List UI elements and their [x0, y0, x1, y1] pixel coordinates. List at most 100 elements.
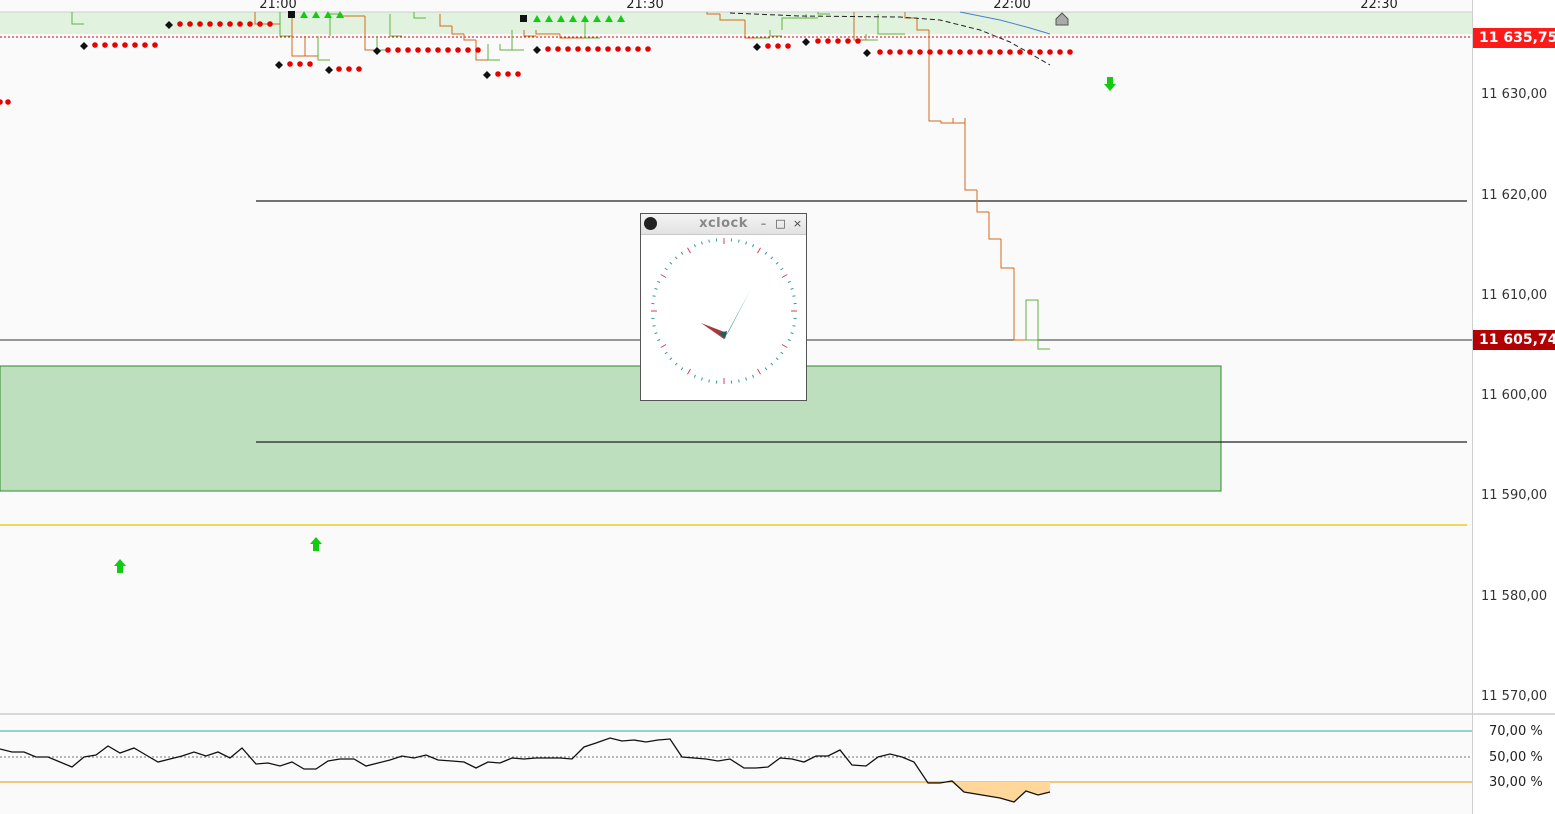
- clock-tick: [657, 339, 661, 342]
- clock-tick: [757, 368, 761, 375]
- signal-dot: [112, 42, 118, 48]
- oscillator-level-label: 50,00 %: [1489, 750, 1543, 765]
- clock-tick: [787, 280, 791, 283]
- xclock-titlebar[interactable]: xclock – □ ×: [641, 214, 806, 235]
- clock-tick: [738, 379, 740, 383]
- signal-dot: [1007, 49, 1013, 55]
- signal-dot: [122, 42, 128, 48]
- signal-dot: [957, 49, 963, 55]
- current-price-flag: 11 605,74: [1473, 330, 1555, 350]
- signal-dot: [5, 99, 11, 105]
- clock-tick: [660, 344, 667, 348]
- signal-dot: [917, 49, 923, 55]
- signal-dot: [585, 46, 591, 52]
- clock-tick: [757, 247, 761, 254]
- time-label: 21:00: [259, 0, 297, 12]
- oscillator-level-label: 70,00 %: [1489, 724, 1543, 739]
- clock-tick: [669, 357, 673, 361]
- clock-tick: [664, 351, 668, 355]
- price-label: 11 610,00: [1481, 288, 1548, 303]
- signal-dot: [605, 46, 611, 52]
- signal-dot: [927, 49, 933, 55]
- signal-dot: [825, 38, 831, 44]
- clock-tick: [752, 244, 755, 248]
- signal-dot: [987, 49, 993, 55]
- price-label: 11 630,00: [1481, 87, 1548, 102]
- clock-tick: [669, 261, 673, 265]
- price-label: 11 570,00: [1481, 689, 1548, 704]
- clock-tick: [770, 256, 774, 260]
- chart-area[interactable]: xclock – □ ×: [0, 0, 1472, 814]
- xclock-window[interactable]: xclock – □ ×: [640, 213, 807, 401]
- signal-dot: [775, 43, 781, 49]
- clock-tick: [687, 247, 691, 254]
- signal-dot: [415, 47, 421, 53]
- signal-dot: [267, 21, 273, 27]
- signal-dot: [565, 46, 571, 52]
- signal-dot: [346, 66, 352, 72]
- signal-dot: [177, 21, 183, 27]
- oscillator-level-label: 30,00 %: [1489, 775, 1543, 790]
- signal-dot: [1067, 49, 1073, 55]
- signal-dot: [977, 49, 983, 55]
- clock-tick: [700, 377, 703, 381]
- clock-tick: [790, 287, 794, 290]
- clock-tick: [775, 357, 779, 361]
- signal-dot: [237, 21, 243, 27]
- top-price-flag: 11 635,75: [1473, 28, 1555, 48]
- signal-dot: [1047, 49, 1053, 55]
- clock-tick: [781, 274, 788, 278]
- signal-dot: [515, 71, 521, 77]
- price-label: 11 580,00: [1481, 589, 1548, 604]
- signal-dot: [287, 61, 293, 67]
- signal-dot: [132, 42, 138, 48]
- demand-zone: [0, 365, 1222, 492]
- oscillator-panel[interactable]: [0, 715, 1472, 814]
- signal-dot: [207, 21, 213, 27]
- signal-dot: [405, 47, 411, 53]
- marker-square: [288, 11, 295, 18]
- signal-dot: [445, 47, 451, 53]
- signal-dot: [247, 21, 253, 27]
- price-axis[interactable]: 11 630,00 11 620,00 11 610,00 11 600,00 11 5…: [1472, 0, 1555, 814]
- clock-tick: [657, 280, 661, 283]
- maximize-icon[interactable]: □: [774, 217, 787, 230]
- clock-tick: [654, 332, 658, 335]
- signal-dot: [227, 21, 233, 27]
- marker-square: [520, 15, 527, 22]
- signal-dot: [307, 61, 313, 67]
- clock-face: [651, 238, 797, 384]
- clock-tick: [764, 251, 768, 255]
- clock-tick: [693, 244, 696, 248]
- clock-tick: [664, 267, 668, 271]
- signal-dot: [356, 66, 362, 72]
- signal-dot: [142, 42, 148, 48]
- minimize-icon[interactable]: –: [757, 217, 770, 230]
- clock-tick: [764, 367, 768, 371]
- signal-dot: [92, 42, 98, 48]
- signal-dot: [947, 49, 953, 55]
- signal-dot: [625, 46, 631, 52]
- clock-tick: [652, 325, 656, 327]
- signal-dot: [336, 66, 342, 72]
- signal-dot: [257, 21, 263, 27]
- signal-dot: [765, 43, 771, 49]
- clock-tick: [652, 295, 656, 297]
- signal-dot: [1037, 49, 1043, 55]
- clock-tick: [792, 295, 796, 297]
- minute-hand: [724, 289, 751, 339]
- signal-dot: [435, 47, 441, 53]
- clock-tick: [708, 379, 710, 383]
- axis-separator: [1473, 713, 1555, 715]
- clock-tick: [654, 287, 658, 290]
- signal-dot: [102, 42, 108, 48]
- signal-dot: [395, 47, 401, 53]
- clock-tick: [687, 368, 691, 375]
- signal-dot: [455, 47, 461, 53]
- signal-dot: [495, 71, 501, 77]
- time-label: 21:30: [626, 0, 664, 12]
- time-label: 22:30: [1360, 0, 1398, 12]
- signal-dot: [545, 46, 551, 52]
- signal-dot: [615, 46, 621, 52]
- close-icon[interactable]: ×: [791, 217, 804, 230]
